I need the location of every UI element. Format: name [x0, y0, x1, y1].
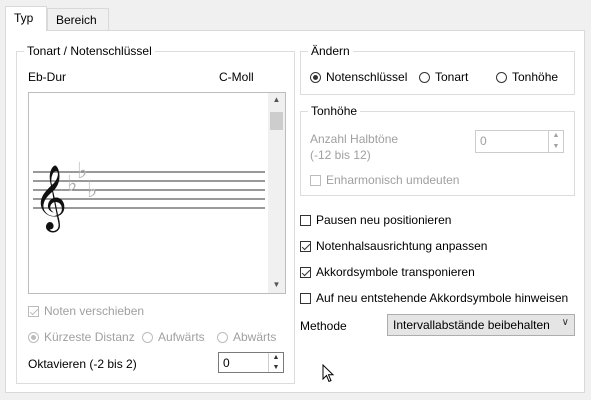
spin-up-icon[interactable]: ▲ — [269, 353, 283, 363]
direction-up[interactable]: Aufwärts — [142, 330, 205, 344]
tab-label: Bereich — [56, 13, 97, 27]
tab-label: Typ — [14, 11, 34, 25]
enharmonic-checkbox[interactable] — [310, 174, 321, 186]
radio-pitch[interactable] — [496, 71, 507, 83]
method-label: Methode — [300, 319, 347, 333]
group-title: Tonart / Notenschlüssel — [24, 44, 155, 58]
direction-label: Abwärts — [233, 330, 277, 344]
checkbox[interactable] — [300, 292, 311, 304]
to-key-label: C-Moll — [219, 70, 254, 84]
radio-clef[interactable] — [310, 71, 321, 83]
scroll-down-icon[interactable]: ▼ — [268, 280, 285, 289]
option-label: Tonart — [435, 70, 469, 84]
check-label: Notenhalsausrichtung anpassen — [316, 239, 488, 253]
svg-text:♭: ♭ — [87, 178, 97, 203]
move-notes-label: Noten verschieben — [44, 304, 145, 318]
semitones-label: Anzahl Halbtöne — [310, 132, 399, 146]
direction-label: Kürzeste Distanz — [44, 330, 135, 344]
octave-value: 0 — [223, 356, 230, 370]
spin-up-icon[interactable]: ▲ — [549, 131, 563, 142]
svg-text:♭: ♭ — [77, 159, 87, 184]
checkbox[interactable] — [300, 214, 311, 226]
direction-label: Aufwärts — [158, 330, 205, 344]
move-notes-checkbox[interactable] — [28, 305, 39, 317]
octave-spin-buttons[interactable]: ▲ ▼ — [268, 353, 283, 372]
enharmonic-option[interactable]: Enharmonisch umdeuten — [310, 173, 459, 187]
checkbox[interactable] — [300, 266, 311, 278]
radio-shortest[interactable] — [28, 331, 39, 343]
pitch-group: Tonhöhe Anzahl Halbtöne (-12 bis 12) 0 ▲… — [300, 104, 575, 196]
spin-down-icon[interactable]: ▼ — [269, 363, 283, 373]
chevron-down-icon: ∨ — [561, 317, 569, 328]
check-label: Pausen neu positionieren — [316, 213, 452, 227]
key-clef-group: Tonart / Notenschlüssel Eb-Dur C-Moll 𝄞 … — [16, 44, 295, 384]
semitones-value: 0 — [480, 134, 487, 148]
octave-label: Oktavieren (-2 bis 2) — [28, 357, 137, 371]
direction-shortest[interactable]: Kürzeste Distanz — [28, 330, 135, 344]
svg-text:♭: ♭ — [67, 172, 77, 197]
option-label: Tonhöhe — [512, 70, 559, 84]
enharmonic-label: Enharmonisch umdeuten — [326, 173, 460, 187]
preview-scrollbar[interactable]: ▲ ▼ — [268, 93, 285, 293]
semitones-range-label: (-12 bis 12) — [310, 148, 371, 162]
tab-panel: Tonart / Notenschlüssel Eb-Dur C-Moll 𝄞 … — [5, 30, 585, 393]
tab-typ[interactable]: Typ — [5, 6, 47, 31]
group-title: Tonhöhe — [308, 104, 361, 118]
change-group: Ändern Notenschlüssel Tonart Tonhöhe — [300, 44, 575, 95]
direction-down[interactable]: Abwärts — [217, 330, 276, 344]
check-stem-direction[interactable]: Notenhalsausrichtung anpassen — [300, 239, 487, 253]
move-notes-option[interactable]: Noten verschieben — [28, 304, 144, 318]
octave-spinner[interactable]: 0 ▲ ▼ — [218, 352, 284, 373]
radio-down[interactable] — [217, 331, 228, 343]
check-reposition-rests[interactable]: Pausen neu positionieren — [300, 213, 451, 227]
change-option-key[interactable]: Tonart — [419, 70, 468, 84]
group-title: Ändern — [308, 44, 353, 58]
scroll-thumb[interactable] — [270, 112, 283, 130]
radio-key[interactable] — [419, 71, 430, 83]
check-transpose-chords[interactable]: Akkordsymbole transponieren — [300, 265, 475, 279]
checkbox[interactable] — [300, 240, 311, 252]
tab-bereich[interactable]: Bereich — [47, 8, 109, 30]
change-option-clef[interactable]: Notenschlüssel — [310, 70, 407, 84]
check-label: Akkordsymbole transponieren — [316, 265, 475, 279]
staff-preview: 𝄞 ♭ ♭ ♭ ▲ ▼ — [28, 92, 286, 294]
flat-signs-icon: ♭ ♭ ♭ — [67, 159, 97, 203]
treble-clef-icon: 𝄞 — [34, 165, 67, 232]
change-option-pitch[interactable]: Tonhöhe — [496, 70, 558, 84]
staff-svg: 𝄞 ♭ ♭ ♭ — [33, 159, 265, 232]
from-key-label: Eb-Dur — [28, 70, 67, 84]
option-label: Notenschlüssel — [326, 70, 408, 84]
check-warn-new-chords[interactable]: Auf neu entstehende Akkordsymbole hinwei… — [300, 291, 568, 305]
scroll-up-icon[interactable]: ▲ — [268, 95, 285, 104]
radio-up[interactable] — [142, 331, 153, 343]
mouse-cursor-icon — [322, 364, 335, 383]
spin-down-icon[interactable]: ▼ — [549, 142, 563, 153]
semitones-spinner[interactable]: 0 ▲ ▼ — [475, 130, 564, 153]
semitones-spin-buttons[interactable]: ▲ ▼ — [548, 131, 563, 152]
check-label: Auf neu entstehende Akkordsymbole hinwei… — [316, 291, 569, 305]
method-dropdown[interactable]: Intervallabstände beibehalten ∨ — [387, 314, 575, 336]
method-value: Intervallabstände beibehalten — [393, 318, 550, 332]
